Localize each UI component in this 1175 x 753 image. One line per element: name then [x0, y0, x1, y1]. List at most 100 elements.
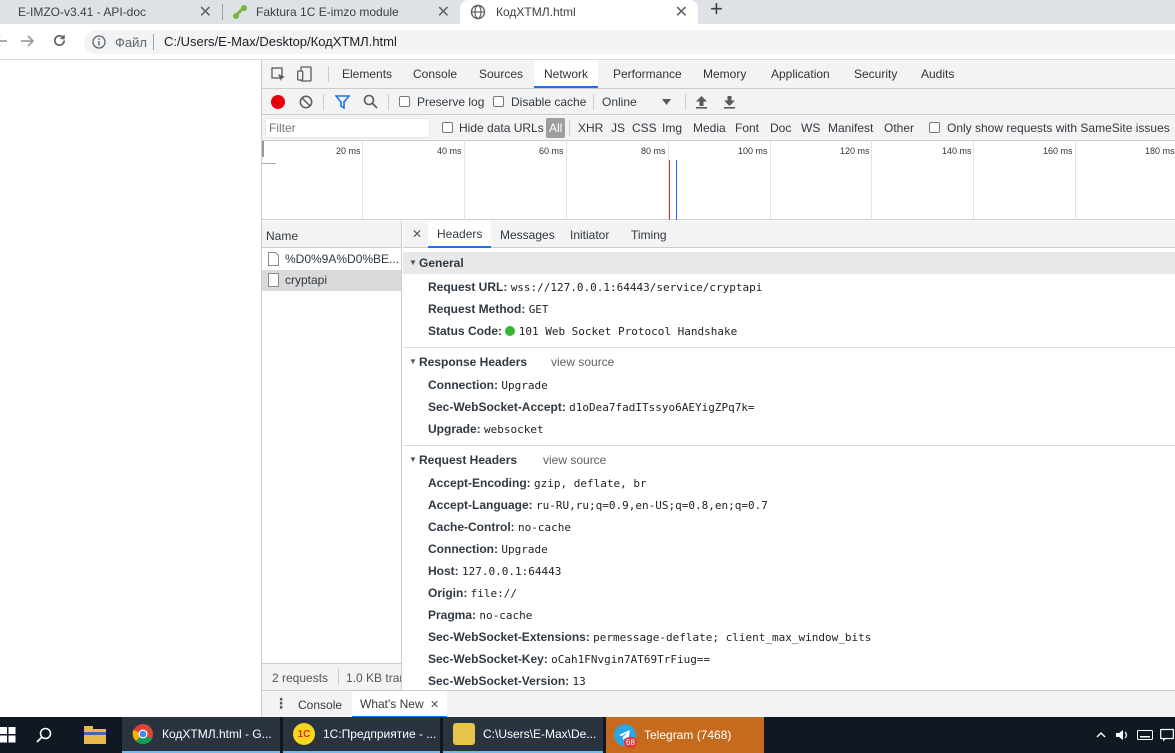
taskbar-item-label: 1С:Предприятие - ... — [323, 727, 437, 741]
header-value: ru-RU,ru;q=0.9,en-US;q=0.8,en;q=0.7 — [536, 499, 768, 512]
disable-cache-checkbox[interactable] — [493, 96, 504, 107]
requests-header: Name — [262, 221, 401, 248]
dropdown-arrow-icon[interactable] — [662, 99, 671, 105]
header-row: Host: 127.0.0.1:64443 — [428, 564, 561, 578]
more-options-icon[interactable]: ⋮ — [274, 695, 288, 712]
header-name: Connection: — [428, 378, 498, 392]
general-section-header[interactable]: ▼ General — [403, 252, 1175, 274]
section-title: General — [419, 256, 464, 270]
close-drawer-tab-icon[interactable]: ✕ — [430, 699, 439, 711]
request-details-panel: ✕ Headers Messages Initiator Timing ▼ Ge… — [403, 221, 1175, 690]
tab-faktura[interactable]: Faktura 1C E-imzo module ✕ — [223, 0, 460, 24]
preserve-log-checkbox[interactable] — [399, 96, 410, 107]
filter-type-all[interactable]: All — [546, 118, 566, 138]
tab-memory[interactable]: Memory — [703, 60, 746, 88]
tab-headers[interactable]: Headers — [428, 221, 492, 248]
filter-type-font[interactable]: Font — [735, 121, 759, 135]
tab-console[interactable]: Console — [413, 60, 457, 88]
filter-type-js[interactable]: JS — [611, 121, 625, 135]
preserve-log-label: Preserve log — [417, 95, 485, 109]
taskbar-item-telegram[interactable]: 68 Telegram (7468) — [606, 717, 764, 753]
drawer-tab-whats-new[interactable]: What's New ✕ — [352, 691, 448, 718]
requests-panel: Name %D0%9A%D0%BE... cryptapi 2 requests… — [262, 221, 402, 690]
tab-application[interactable]: Application — [771, 60, 830, 88]
column-name[interactable]: Name — [266, 229, 298, 243]
tab-kodhtml-active[interactable]: КодХТМЛ.html ✕ — [460, 0, 698, 24]
view-source-link[interactable]: view source — [543, 453, 606, 467]
view-source-link[interactable]: view source — [551, 355, 614, 369]
throttling-select[interactable]: Online — [602, 95, 637, 109]
filter-type-ws[interactable]: WS — [801, 121, 820, 135]
timeline-overview[interactable] — [262, 141, 1175, 220]
tab-elements[interactable]: Elements — [342, 60, 392, 88]
tab-api-doc[interactable]: E-IMZO-v3.41 - API-doc ✕ — [0, 0, 222, 24]
import-har-icon[interactable] — [695, 95, 708, 109]
request-headers-section-header[interactable]: ▼ Request Headers view source — [403, 449, 1175, 471]
tab-audits[interactable]: Audits — [921, 60, 954, 88]
taskbar-item-1c[interactable]: 1С 1С:Предприятие - ... — [283, 717, 440, 753]
notifications-icon[interactable] — [1160, 728, 1174, 742]
search-icon[interactable] — [363, 94, 378, 109]
record-icon[interactable] — [271, 95, 285, 109]
close-details-icon[interactable]: ✕ — [412, 227, 422, 241]
filter-icon[interactable] — [335, 95, 350, 109]
back-icon[interactable] — [0, 34, 8, 48]
request-row[interactable]: %D0%9A%D0%BE... — [262, 249, 401, 270]
close-tab-icon[interactable]: ✕ — [199, 2, 212, 22]
tab-initiator[interactable]: Initiator — [570, 228, 609, 242]
omnibox-divider — [153, 34, 154, 50]
timeline-tick: 80 ms — [641, 146, 666, 156]
timeline-gridline — [362, 140, 363, 220]
tab-messages[interactable]: Messages — [500, 228, 555, 242]
tab-network[interactable]: Network — [534, 60, 599, 88]
forward-icon[interactable] — [20, 34, 34, 48]
details-tabbar: ✕ Headers Messages Initiator Timing — [403, 221, 1175, 248]
device-toolbar-icon[interactable] — [297, 66, 312, 82]
taskbar-item-chrome[interactable]: КодХТМЛ.html - G... — [122, 717, 280, 753]
request-count: 2 requests — [272, 671, 329, 685]
request-row-selected[interactable]: cryptapi — [262, 270, 401, 291]
file-explorer-button[interactable] — [75, 717, 115, 753]
volume-icon[interactable] — [1115, 728, 1129, 742]
filter-input[interactable] — [265, 118, 430, 138]
toolbar-divider — [593, 94, 594, 110]
reload-icon[interactable] — [52, 33, 67, 48]
filter-type-manifest[interactable]: Manifest — [828, 121, 873, 135]
new-tab-button[interactable]: + — [710, 0, 723, 22]
header-row: Request Method: GET — [428, 302, 549, 316]
filter-type-img[interactable]: Img — [662, 121, 682, 135]
search-icon[interactable] — [36, 727, 52, 743]
inspect-element-icon[interactable] — [271, 67, 286, 82]
filter-type-css[interactable]: CSS — [632, 121, 657, 135]
export-har-icon[interactable] — [723, 95, 736, 109]
tab-sources[interactable]: Sources — [479, 60, 523, 88]
url-text[interactable]: C:/Users/E-Max/Desktop/КодХТМЛ.html — [164, 34, 397, 49]
drawer-tab-console[interactable]: Console — [298, 698, 342, 712]
keyboard-icon[interactable] — [1137, 728, 1153, 742]
tab-timing[interactable]: Timing — [631, 228, 667, 242]
tab-security[interactable]: Security — [854, 60, 897, 88]
header-row: Status Code: 101 Web Socket Protocol Han… — [428, 324, 737, 338]
filter-type-xhr[interactable]: XHR — [578, 121, 603, 135]
close-tab-icon[interactable]: ✕ — [675, 2, 688, 22]
header-row: Accept-Encoding: gzip, deflate, br — [428, 476, 647, 490]
tab-performance[interactable]: Performance — [613, 60, 682, 88]
close-tab-icon[interactable]: ✕ — [437, 2, 450, 22]
header-value: 13 — [572, 675, 586, 688]
filter-type-doc[interactable]: Doc — [770, 121, 791, 135]
info-icon[interactable] — [92, 35, 106, 49]
taskbar-item-explorer[interactable]: C:\Users\E-Max\De... — [443, 717, 603, 753]
load-event-marker — [669, 160, 670, 220]
filter-type-other[interactable]: Other — [884, 121, 914, 135]
windows-start-icon[interactable] — [0, 727, 16, 743]
tray-chevron-up-icon[interactable] — [1096, 731, 1106, 738]
hide-data-urls-checkbox[interactable] — [442, 122, 453, 133]
unread-badge: 68 — [624, 737, 637, 748]
clear-icon[interactable] — [299, 95, 313, 109]
response-headers-section-header[interactable]: ▼ Response Headers view source — [403, 351, 1175, 373]
samesite-checkbox[interactable] — [929, 122, 940, 133]
timeline-selection-handle[interactable] — [262, 141, 264, 157]
header-row: Origin: file:// — [428, 586, 517, 600]
filter-type-media[interactable]: Media — [693, 121, 726, 135]
omnibox[interactable]: Файл C:/Users/E-Max/Desktop/КодХТМЛ.html — [84, 30, 1175, 54]
